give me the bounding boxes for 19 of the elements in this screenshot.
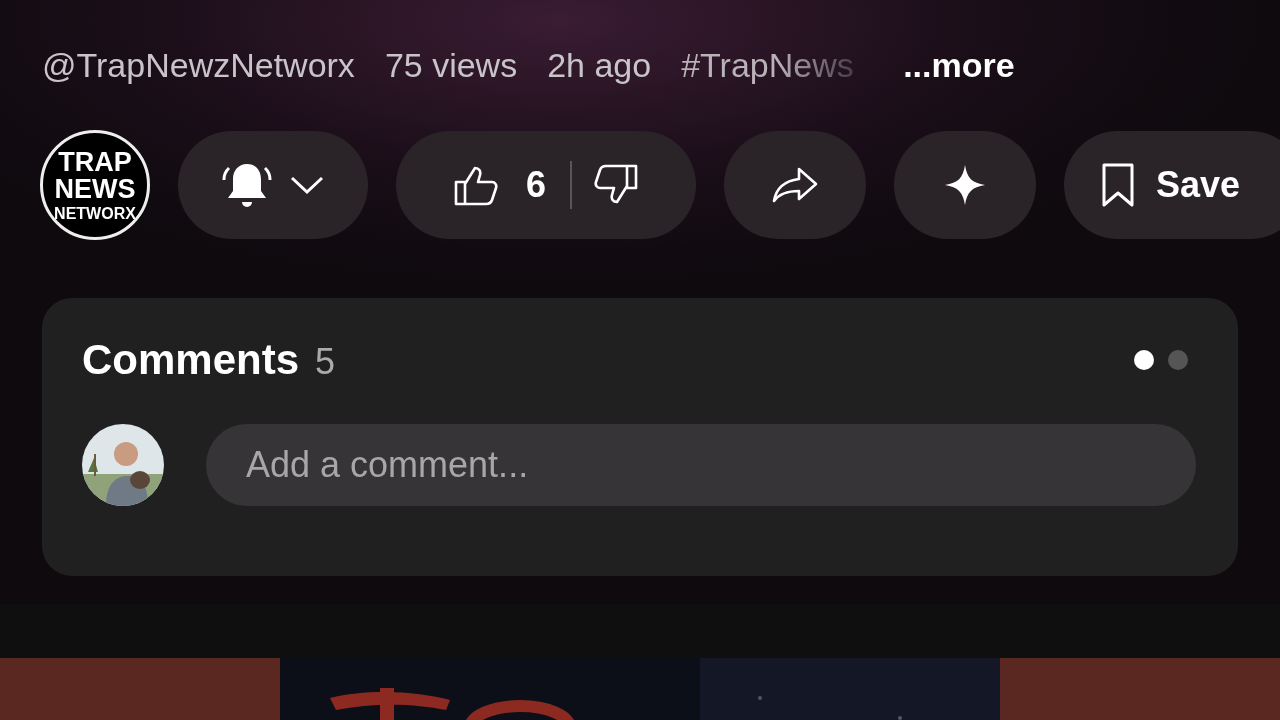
comment-count: 5 bbox=[315, 341, 336, 382]
channel-logo[interactable]: TRAP NEWS NETWORX bbox=[40, 130, 150, 240]
page-dot[interactable] bbox=[1134, 350, 1154, 370]
upload-age: 2h ago bbox=[547, 45, 652, 85]
more-link[interactable]: ...more bbox=[903, 45, 1015, 85]
view-count: 75 views bbox=[384, 45, 518, 85]
page-dot[interactable] bbox=[1168, 350, 1188, 370]
comments-title: Comments bbox=[82, 336, 300, 383]
comment-field[interactable]: Add a comment... bbox=[206, 424, 1196, 506]
thumbs-up-icon[interactable] bbox=[454, 164, 498, 206]
comments-card[interactable]: Comments 5 Add a comment... bbox=[42, 298, 1238, 576]
bookmark-icon bbox=[1102, 163, 1134, 207]
thumbs-down-icon[interactable] bbox=[594, 164, 638, 206]
like-count: 6 bbox=[526, 164, 546, 206]
channel-handle[interactable]: @TrapNewzNetworx bbox=[42, 45, 355, 85]
sparkle-icon bbox=[945, 165, 985, 205]
save-button[interactable]: Save bbox=[1064, 131, 1280, 239]
share-icon bbox=[772, 167, 818, 203]
chevron-down-icon bbox=[290, 175, 324, 195]
